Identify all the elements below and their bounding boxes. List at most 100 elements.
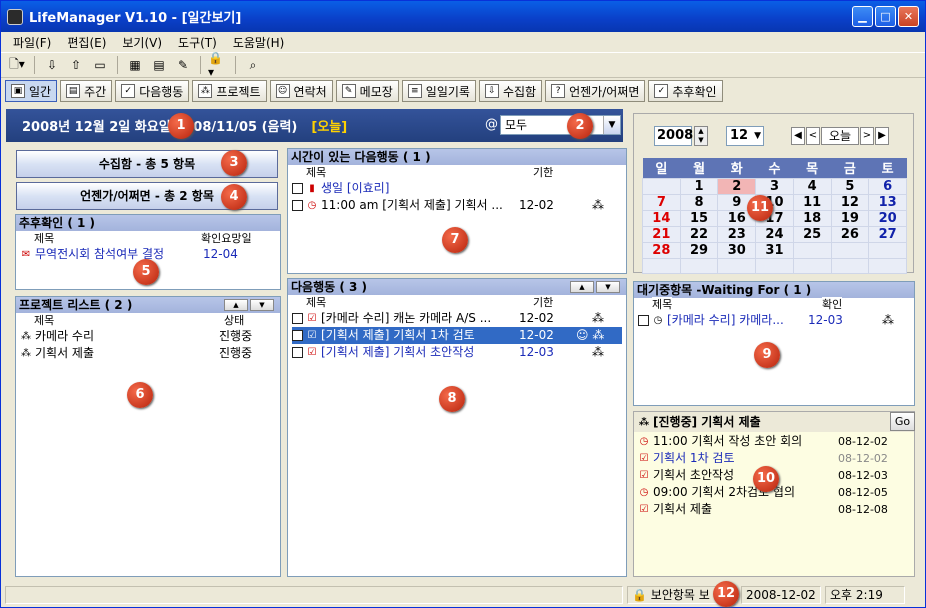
calendar-day[interactable]: 12	[830, 193, 870, 211]
move-down-button[interactable]: ▼	[596, 281, 620, 293]
calendar-day[interactable]: 25	[792, 225, 832, 243]
list-item[interactable]: ◷ 11:00 기획서 작성 초안 회의	[638, 433, 838, 450]
annotation-badge: 5	[133, 259, 159, 285]
calendar-day[interactable]: 29	[679, 241, 719, 259]
move-up-button[interactable]: ▲	[570, 281, 594, 293]
year-stepper[interactable]: ▲ ▼	[694, 126, 708, 146]
menu-help[interactable]: 도움말(H)	[225, 34, 293, 51]
checkbox[interactable]	[638, 315, 649, 326]
calendar-day[interactable]: 6	[868, 177, 907, 195]
list-item[interactable]: ☑ 기획서 1차 검토	[638, 450, 838, 467]
calendar-day[interactable]: 19	[830, 209, 870, 227]
list-item[interactable]: ☑ [기획서 제출] 기획서 초안작성	[292, 344, 518, 361]
list-item[interactable]: ☑ 기획서 제출	[638, 501, 838, 518]
calendar-day[interactable]: 13	[868, 193, 907, 211]
lock-icon[interactable]: 🔒▾	[208, 51, 228, 79]
device-icon[interactable]: ▭	[90, 56, 110, 74]
calendar-day[interactable]: 23	[717, 225, 757, 243]
tab-weekly[interactable]: ▤ 주간	[60, 80, 113, 102]
menu-bar: 파일(F) 편집(E) 보기(V) 도구(T) 도움말(H)	[1, 32, 925, 52]
check-icon: ☑	[307, 346, 317, 358]
menu-edit[interactable]: 편집(E)	[59, 34, 114, 51]
last-month-button[interactable]: ▶	[875, 127, 889, 145]
first-month-button[interactable]: ◀	[791, 127, 805, 145]
calendar-day[interactable]: 27	[868, 225, 907, 243]
calendar-day[interactable]: 1	[679, 177, 719, 195]
calendar-day[interactable]: 26	[830, 225, 870, 243]
move-up-button[interactable]: ▲	[224, 299, 248, 311]
calendar-day[interactable]: 22	[679, 225, 719, 243]
calendar-day[interactable]: 2	[717, 177, 757, 195]
today-button[interactable]: 오늘	[821, 127, 859, 145]
check-icon: ☑	[639, 452, 649, 464]
calendar-day[interactable]: 28	[642, 241, 681, 259]
import-icon[interactable]: ⇩	[42, 56, 62, 74]
tab-someday[interactable]: ? 언젠가/어쩌면	[545, 80, 646, 102]
today-link[interactable]: [오늘]	[311, 116, 347, 135]
calendar-day[interactable]: 7	[642, 193, 681, 211]
list-item[interactable]: ◷ [카메라 수리] 카메라...	[638, 312, 806, 329]
calendar-day[interactable]: 21	[642, 225, 681, 243]
new-icon[interactable]: 🗋▾	[7, 56, 27, 74]
calendar-day[interactable]: 4	[792, 177, 832, 195]
checkbox[interactable]	[292, 347, 303, 358]
tab-journal[interactable]: ≡ 일일기록	[401, 80, 476, 102]
book-icon[interactable]: ▤	[149, 56, 169, 74]
minimize-button[interactable]: ▁	[852, 6, 873, 27]
checkbox[interactable]: ✓	[292, 330, 303, 341]
context-filter-select[interactable]: 모두 ▼	[500, 115, 621, 135]
year-field[interactable]: 2008	[654, 126, 693, 146]
tab-followup[interactable]: ✓ 추후확인	[648, 80, 723, 102]
checkbox[interactable]	[292, 313, 303, 324]
col-title: 제목	[306, 295, 327, 310]
calendar-day[interactable]: 11	[792, 193, 832, 211]
calendar-day[interactable]: 15	[679, 209, 719, 227]
calendar-day	[642, 257, 681, 274]
project-status: 진행중	[219, 346, 253, 360]
calendar-day[interactable]: 30	[717, 241, 757, 259]
export-icon[interactable]: ⇧	[66, 56, 86, 74]
tools-icon[interactable]: ✎	[173, 56, 193, 74]
calendar-day[interactable]: 18	[792, 209, 832, 227]
col-due: 기한	[533, 295, 554, 310]
menu-file[interactable]: 파일(F)	[5, 34, 59, 51]
grid-icon[interactable]: ▦	[125, 56, 145, 74]
maximize-button[interactable]: □	[875, 6, 896, 27]
menu-view[interactable]: 보기(V)	[114, 34, 170, 51]
followup-date: 12-04	[203, 247, 238, 261]
list-item[interactable]: ◷ 11:00 am [기획서 제출] 기획서 ...	[292, 197, 518, 214]
calendar-day[interactable]: 5	[830, 177, 870, 195]
tab-daily[interactable]: ▣ 일간	[5, 80, 58, 102]
checkbox[interactable]	[292, 200, 303, 211]
list-item[interactable]: ◷ 09:00 기획서 2차검토 협의	[638, 484, 838, 501]
tab-inbox[interactable]: ⇩ 수집함	[478, 80, 543, 102]
next-month-button[interactable]: >	[860, 127, 874, 145]
tab-memo[interactable]: ✎ 메모장	[335, 80, 399, 102]
calendar-day[interactable]: 20	[868, 209, 907, 227]
tab-project[interactable]: ⁂ 프로젝트	[192, 80, 267, 102]
menu-tools[interactable]: 도구(T)	[170, 34, 225, 51]
move-down-button[interactable]: ▼	[250, 299, 274, 311]
list-item[interactable]: ✓ ☑ [기획서 제출] 기획서 1차 검토	[292, 327, 622, 344]
chevron-down-icon[interactable]: ▼	[603, 116, 620, 134]
go-button[interactable]: Go	[890, 412, 915, 431]
search-icon[interactable]: ⌕	[243, 56, 263, 74]
list-item[interactable]: ▮ 생일 [이효리]	[292, 180, 612, 197]
list-item[interactable]: ☑ 기획서 초안작성	[638, 467, 838, 484]
weekday-label: 화	[717, 158, 756, 178]
tab-next-action[interactable]: ✓ 다음행동	[115, 80, 190, 102]
journal-icon: ≡	[407, 84, 422, 98]
checkbox[interactable]	[292, 183, 303, 194]
list-item[interactable]: ☑ [카메라 수리] 캐논 카메라 A/S ...	[292, 310, 518, 327]
month-select[interactable]: 12 ▼	[726, 126, 764, 146]
prev-month-button[interactable]: <	[806, 127, 820, 145]
calendar-day[interactable]: 3	[755, 177, 794, 195]
close-button[interactable]: ✕	[898, 6, 919, 27]
calendar-day	[868, 257, 907, 274]
calendar-day[interactable]: 8	[679, 193, 719, 211]
tab-contact[interactable]: ☺ 연락처	[269, 80, 333, 102]
calendar-day[interactable]: 24	[755, 225, 794, 243]
calendar-panel: 2008 ▲ ▼ 12 ▼ ◀ < 오늘 > ▶ 일월화수목금토1234567891…	[633, 113, 914, 274]
calendar-day[interactable]: 14	[642, 209, 681, 227]
calendar-day[interactable]: 31	[755, 241, 794, 259]
